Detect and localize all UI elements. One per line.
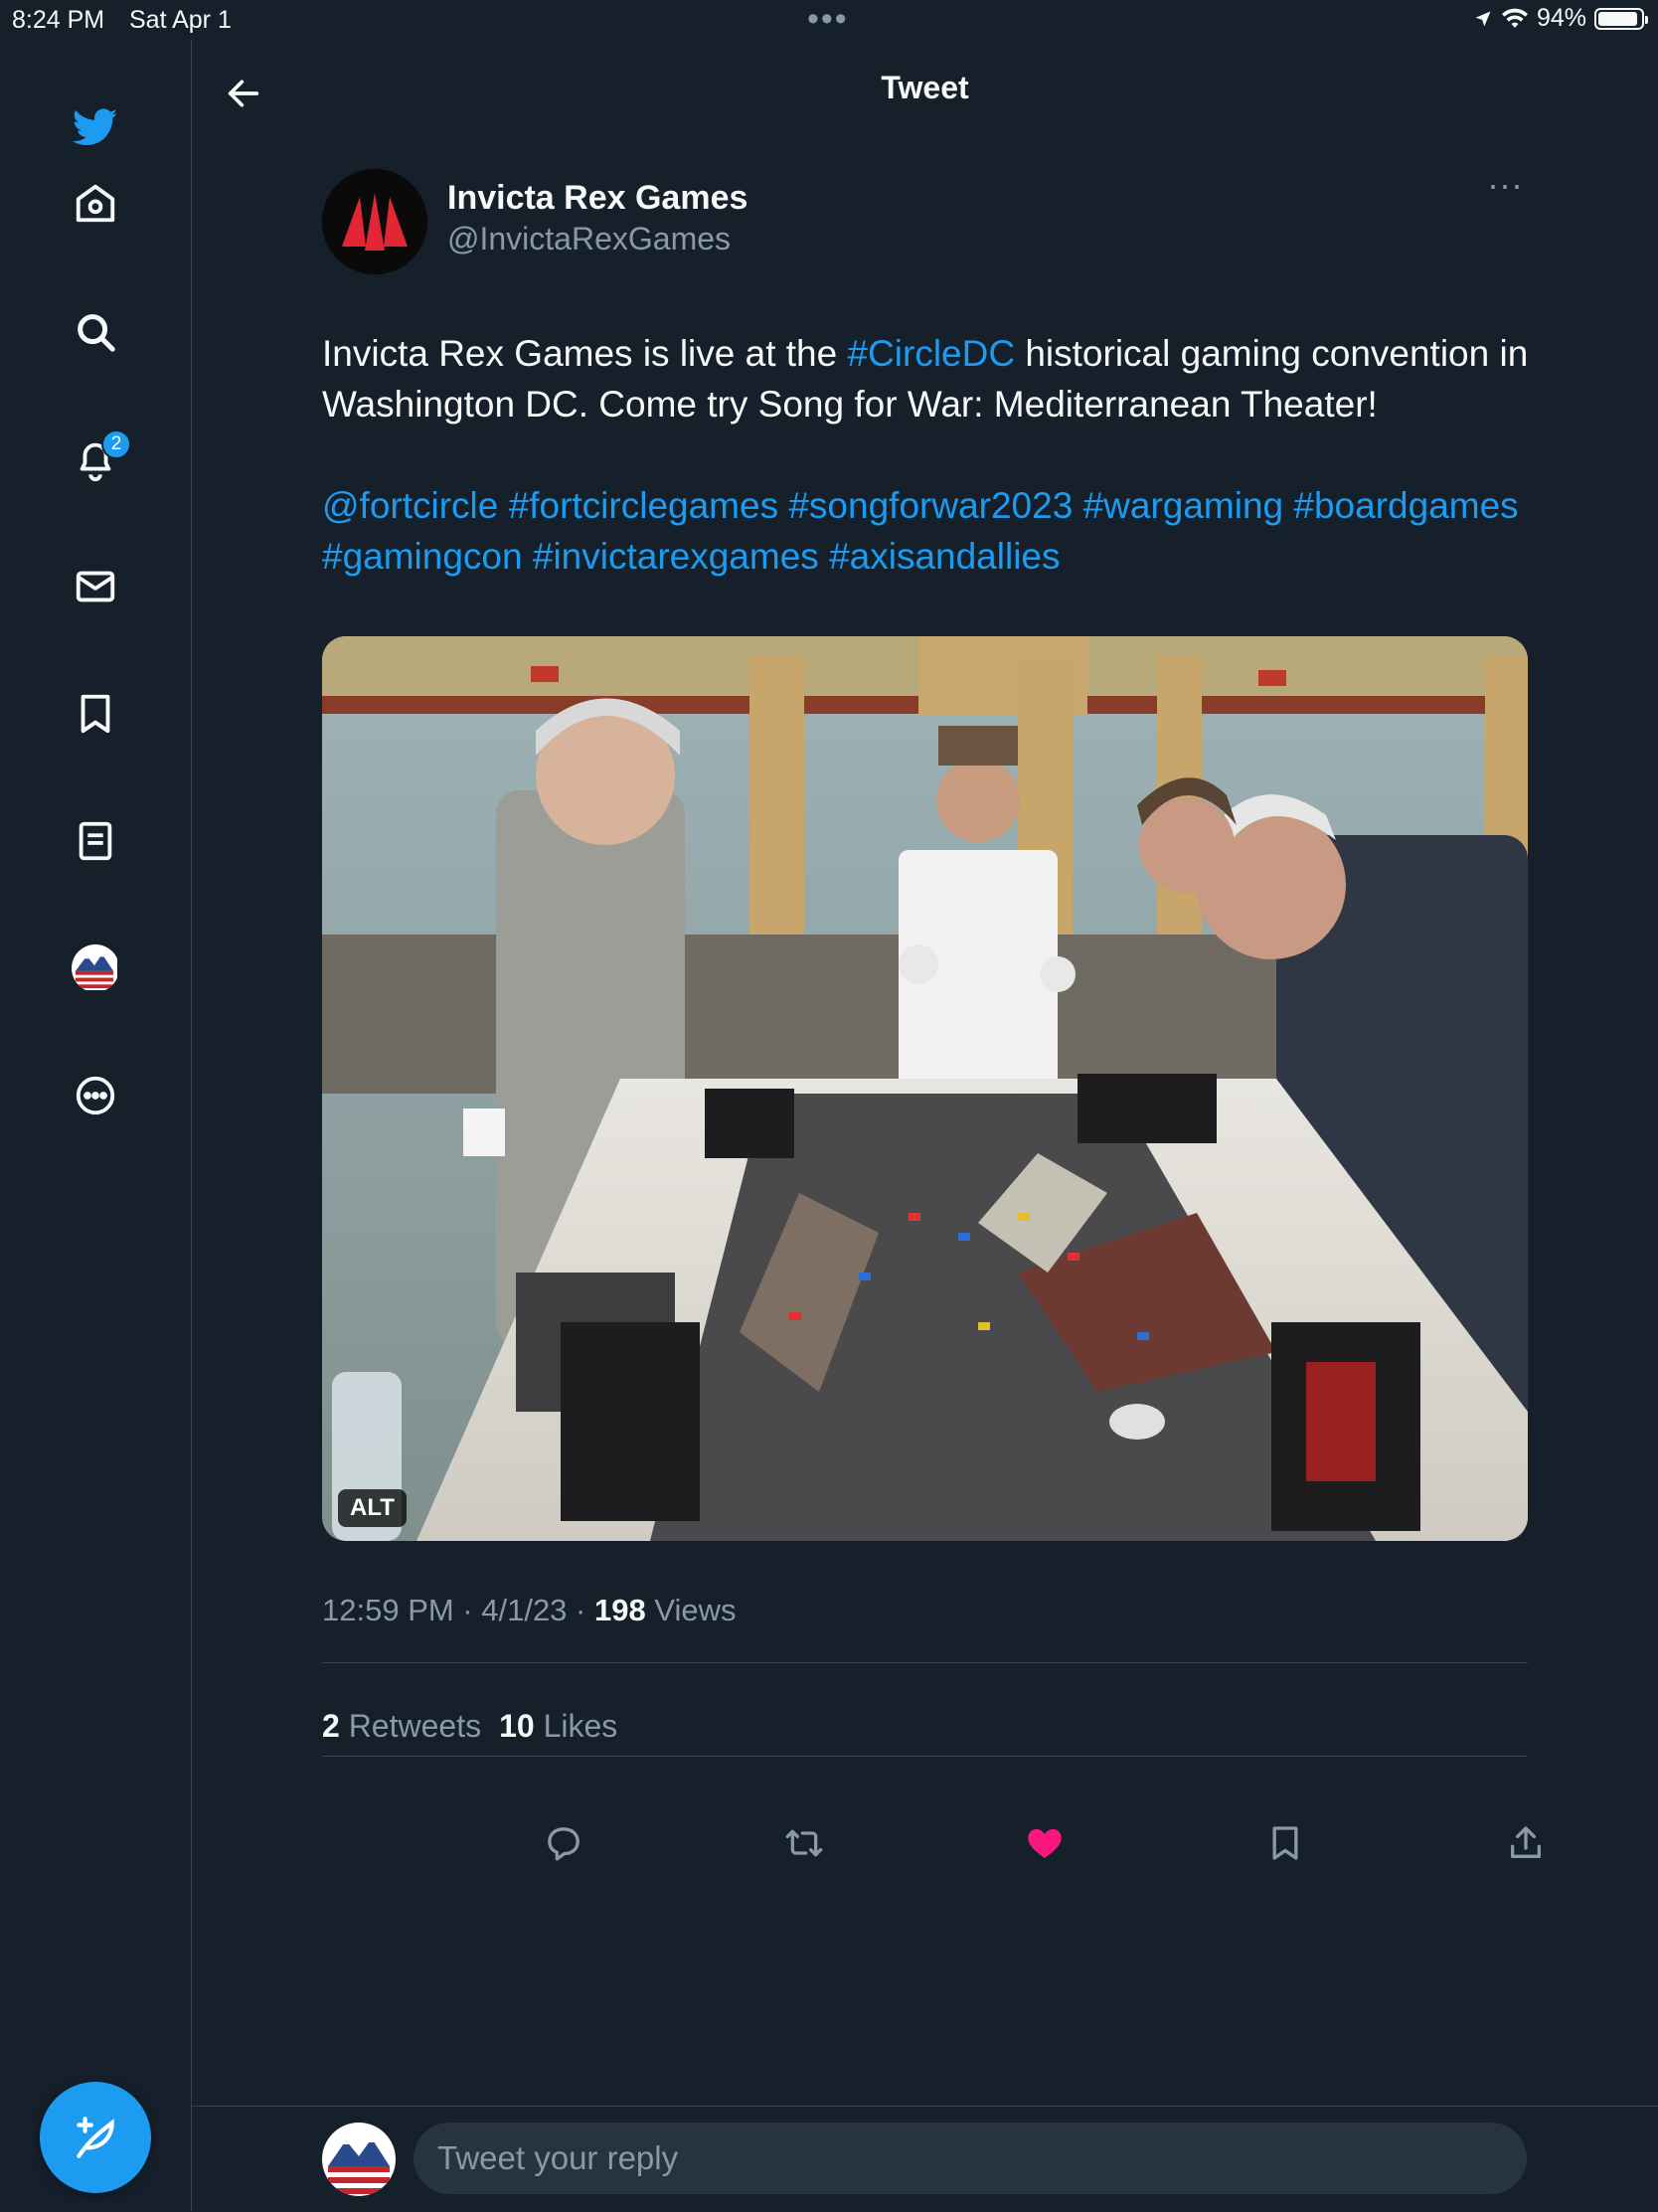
status-date: Sat Apr 1 — [129, 6, 232, 34]
avatar[interactable] — [322, 2123, 396, 2196]
status-bar: 8:24 PM Sat Apr 1 ••• 94% — [0, 0, 1658, 40]
reply-button[interactable] — [534, 1813, 593, 1873]
notification-badge: 2 — [101, 429, 131, 459]
hashtag-boardgames[interactable]: #boardgames — [1293, 485, 1518, 526]
location-arrow-icon — [1475, 11, 1491, 26]
retweet-icon — [785, 1829, 823, 1857]
tweet-detail: Tweet Invicta Rex Games @InvictaRexGames… — [192, 40, 1658, 2211]
home-icon — [76, 184, 115, 223]
avatar — [72, 944, 119, 992]
bookmark-button[interactable] — [1255, 1813, 1315, 1873]
views-label: Views — [645, 1593, 737, 1627]
author-avatar[interactable] — [322, 169, 427, 274]
more-circle-icon — [76, 1076, 115, 1115]
like-icon — [1028, 1828, 1062, 1858]
nav-notifications[interactable]: 2 — [60, 424, 131, 495]
hashtag-wargaming[interactable]: #wargaming — [1083, 485, 1284, 526]
tweet-timestamp[interactable]: 12:59 PM · 4/1/23 · — [322, 1593, 594, 1627]
tweet-metadata: 12:59 PM · 4/1/23 · 198 Views — [322, 1593, 736, 1628]
hashtag-invictarexgames[interactable]: #invictarexgames — [533, 536, 819, 577]
nav-more[interactable] — [60, 1060, 131, 1131]
tweet-author: Invicta Rex Games @InvictaRexGames ··· — [322, 167, 1535, 278]
retweets-stat[interactable]: 2 Retweets — [322, 1708, 481, 1745]
author-name[interactable]: Invicta Rex Games — [447, 179, 747, 218]
hashtag-songforwar2023[interactable]: #songforwar2023 — [788, 485, 1073, 526]
tweet-photo[interactable]: ALT — [322, 636, 1528, 1541]
twitter-bird-icon[interactable] — [60, 91, 131, 163]
reply-bar — [192, 2106, 1658, 2212]
hashtag-gamingcon[interactable]: #gamingcon — [322, 536, 523, 577]
nav-lists[interactable] — [60, 805, 131, 877]
wifi-icon — [1501, 8, 1528, 28]
battery-percent: 94% — [1536, 4, 1586, 32]
retweets-label: Retweets — [348, 1708, 482, 1744]
nav-profile[interactable] — [60, 933, 131, 1004]
share-icon — [1511, 1826, 1541, 1858]
author-handle[interactable]: @InvictaRexGames — [447, 221, 731, 257]
retweet-button[interactable] — [774, 1813, 834, 1873]
divider — [322, 1756, 1528, 1757]
hashtag-circledc[interactable]: #CircleDC — [847, 333, 1015, 374]
alt-text-badge[interactable]: ALT — [338, 1489, 407, 1527]
sidebar: 2 — [0, 40, 192, 2211]
share-button[interactable] — [1496, 1813, 1556, 1873]
compose-tweet-button[interactable] — [40, 2082, 151, 2193]
views-count: 198 — [593, 1593, 646, 1627]
mail-icon — [76, 571, 115, 602]
more-options-icon[interactable]: ··· — [1475, 167, 1535, 211]
divider — [322, 1662, 1528, 1663]
reply-icon — [548, 1827, 580, 1861]
compose-feather-icon — [77, 2117, 114, 2158]
nav-bookmarks[interactable] — [60, 678, 131, 750]
search-icon — [78, 314, 115, 352]
likes-stat[interactable]: 10 Likes — [499, 1708, 617, 1745]
retweets-count: 2 — [322, 1708, 340, 1744]
tweet-actions — [322, 1803, 1541, 1883]
tweet-stats: 2 Retweets 10 Likes — [322, 1708, 617, 1745]
bookmark-icon — [81, 694, 110, 734]
reply-input[interactable] — [414, 2123, 1527, 2194]
nav-messages[interactable] — [60, 551, 131, 622]
list-icon — [79, 821, 112, 861]
hashtag-axisandallies[interactable]: #axisandallies — [829, 536, 1060, 577]
tweet-text: Invicta Rex Games is live at the #Circle… — [322, 328, 1555, 582]
status-right: 94% — [1473, 4, 1648, 33]
nav-explore[interactable] — [60, 296, 131, 368]
page-title: Tweet — [881, 70, 969, 105]
multitasking-dots-icon[interactable]: ••• — [807, 0, 849, 39]
likes-count: 10 — [499, 1708, 535, 1744]
mention-fortcircle[interactable]: @fortcircle — [322, 485, 498, 526]
bookmark-icon — [1272, 1826, 1298, 1860]
hashtag-fortcirclegames[interactable]: #fortcirclegames — [509, 485, 778, 526]
status-time: 8:24 PM — [12, 6, 105, 34]
photo-convention-gaming-table — [322, 636, 1528, 1541]
nav-home[interactable] — [60, 167, 131, 239]
likes-label: Likes — [543, 1708, 618, 1744]
like-button[interactable] — [1015, 1813, 1075, 1873]
battery-icon — [1594, 7, 1648, 30]
tweet-text-part1: Invicta Rex Games is live at the — [322, 333, 848, 374]
